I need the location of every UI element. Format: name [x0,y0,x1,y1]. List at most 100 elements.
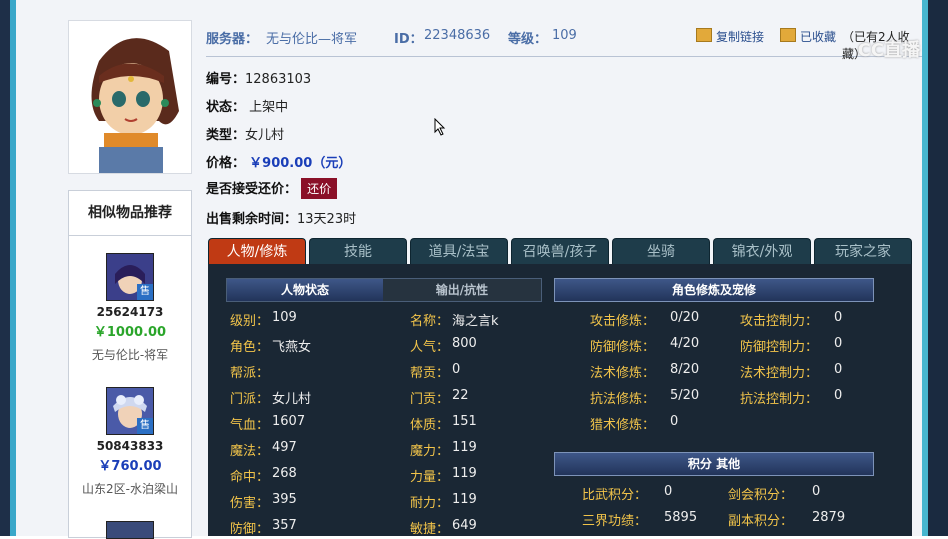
similar-item-thumbnail[interactable]: 售 [106,253,154,301]
control-label: 攻击控制力： [740,314,819,329]
level-label: 等级： [508,32,548,47]
stat-label: 气血： [230,418,270,433]
stat-label: 帮贡： [410,366,450,381]
id-value: 22348636 [424,28,491,43]
stat-value: 1607 [272,414,306,429]
cultivation-header: 角色修炼及宠修 [554,278,874,302]
stat-label: 敏捷： [410,522,450,537]
status-value: 上架中 [249,100,289,115]
cultivation-label: 防御修炼： [590,340,656,355]
type-value: 女儿村 [245,128,285,143]
similar-item-price: ￥760.00 [98,459,162,474]
control-label: 法术控制力： [740,366,819,381]
info-bargain-row: 是否接受还价： 还价 [206,178,338,199]
score-value: 0 [664,484,673,499]
stat-label: 体质： [410,418,450,433]
stat-value: 800 [452,336,477,351]
control-value: 0 [834,336,843,351]
stat-label: 帮派： [230,366,270,381]
score-label: 比武积分： [582,488,648,503]
copy-link-icon[interactable] [696,28,712,42]
stat-value: 22 [452,388,469,403]
score-label: 副本积分： [728,514,794,529]
score-value: 5895 [664,510,698,525]
tab-skills[interactable]: 技能 [309,238,407,265]
cultivation-label: 攻击修炼： [590,314,656,329]
similar-item-server: 无与伦比-将军 [91,348,169,362]
type-label: 类型： [206,128,246,143]
stat-value: 497 [272,440,297,455]
similar-item-thumbnail[interactable] [106,521,154,539]
similar-item-3[interactable] [69,521,191,539]
stat-value: 女儿村 [272,392,312,407]
tab-mounts[interactable]: 坐骑 [612,238,710,265]
left-border [0,0,10,536]
cultivation-value: 5/20 [670,388,700,403]
detail-tabs: 人物/修炼 技能 道具/法宝 召唤兽/孩子 坐骑 锦衣/外观 玩家之家 [208,238,912,265]
cultivation-label: 抗法修炼： [590,392,656,407]
cultivation-value: 0/20 [670,310,700,325]
stat-value: 268 [272,466,297,481]
similar-items-panel: 相似物品推荐 售 25624173 ￥1000.00 无与伦比-将军 售 508… [68,190,192,539]
stat-value: 649 [452,518,477,533]
price-value: ￥900.00（元） [249,156,352,171]
subtab-status[interactable]: 人物状态 [227,279,383,301]
similar-item-id: 50843833 [96,439,164,453]
stat-value: 119 [452,466,477,481]
control-value: 0 [834,362,843,377]
info-number-row: 编号：12863103 [206,68,311,87]
right-border [928,0,948,536]
stat-label: 耐力： [410,496,450,511]
tab-character[interactable]: 人物/修炼 [208,238,306,265]
remaining-label: 出售剩余时间： [206,212,298,227]
stat-label: 力量： [410,470,450,485]
server-value: 无与伦比—将军 [266,32,358,47]
similar-item-id: 25624173 [96,305,164,319]
collected-button[interactable]: 已收藏 [800,28,836,45]
similar-item-1[interactable]: 售 25624173 ￥1000.00 无与伦比-将军 [69,253,191,363]
stat-value: 海之言k [452,314,499,329]
tab-pets[interactable]: 召唤兽/孩子 [511,238,609,265]
score-value: 2879 [812,510,846,525]
control-value: 0 [834,388,843,403]
tab-player-home[interactable]: 玩家之家 [814,238,912,265]
info-type-row: 类型：女儿村 [206,124,284,143]
stat-label: 级别： [230,314,270,329]
stat-label: 角色： [230,340,270,355]
similar-item-2[interactable]: 售 50843833 ￥760.00 山东2区-水泊梁山 [69,387,191,497]
similar-item-thumbnail[interactable]: 售 [106,387,154,435]
similar-items-title: 相似物品推荐 [69,191,191,236]
bargain-button[interactable]: 还价 [301,178,338,199]
stat-label: 人气： [410,340,450,355]
collect-icon[interactable] [780,28,796,42]
stat-label: 门派： [230,392,270,407]
number-value: 12863103 [245,72,312,87]
stat-label: 伤害： [230,496,270,511]
stat-value: 109 [272,310,297,325]
listing-header: 服务器： 无与伦比—将军 ID： 22348636 等级： 109 复制链接 已… [206,26,922,61]
score-header: 积分 其他 [554,452,874,476]
tab-items[interactable]: 道具/法宝 [410,238,508,265]
tab-outfits[interactable]: 锦衣/外观 [713,238,811,265]
stat-value: 151 [452,414,477,429]
subtab-output[interactable]: 输出/抗性 [383,279,541,301]
stat-label: 门贡： [410,392,450,407]
control-label: 防御控制力： [740,340,819,355]
stat-value: 119 [452,440,477,455]
character-panel: 人物状态 输出/抗性 角色修炼及宠修 积分 其他 级别： 109 角色： 飞燕女 帮… [208,264,912,537]
watermark-text: CC直播 [857,40,920,61]
mouse-cursor-icon [434,118,446,136]
similar-item-server: 山东2区-水泊梁山 [82,482,178,496]
right-border-accent [922,0,928,536]
stat-label: 名称： [410,314,450,329]
stat-label: 魔法： [230,444,270,459]
info-remaining-row: 出售剩余时间：13天23时 [206,208,356,227]
cultivation-value: 0 [670,414,679,429]
cultivation-value: 4/20 [670,336,700,351]
cultivation-value: 8/20 [670,362,700,377]
bargain-label: 是否接受还价： [206,182,298,197]
info-status-row: 状态： 上架中 [206,96,288,115]
copy-link-button[interactable]: 复制链接 [716,28,764,45]
stat-value: 119 [452,492,477,507]
stat-label: 命中： [230,470,270,485]
